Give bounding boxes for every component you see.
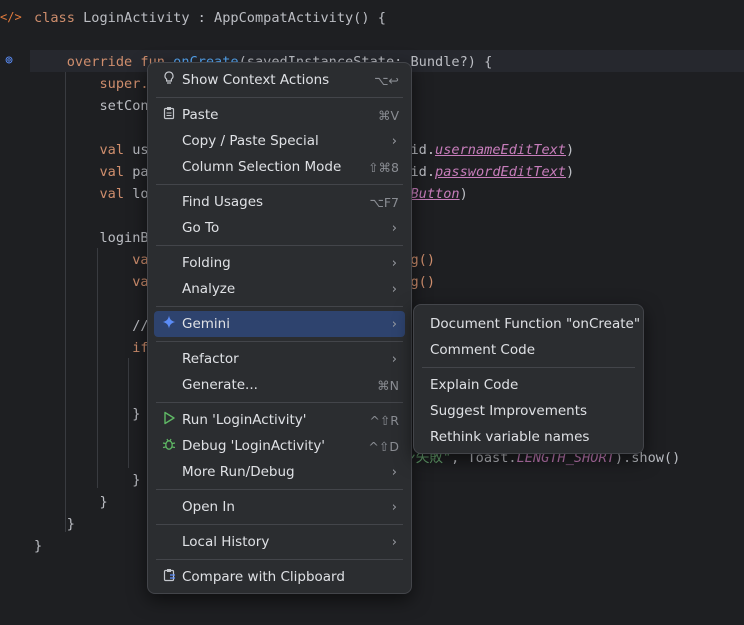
menu-item-run[interactable]: Run 'LoginActivity' ^⇧R: [154, 407, 405, 433]
menu-item-analyze[interactable]: Analyze ›: [154, 276, 405, 302]
code-token: val: [34, 142, 133, 158]
chevron-right-icon: ›: [391, 133, 397, 149]
menu-item-folding[interactable]: Folding ›: [154, 250, 405, 276]
code-token: ): [459, 186, 468, 202]
menu-item-open-in[interactable]: Open In ›: [154, 494, 405, 520]
code-token: if: [34, 340, 149, 356]
menu-item-compare-clipboard[interactable]: Compare with Clipboard: [154, 564, 405, 590]
menu-item-gemini[interactable]: Gemini ›: [154, 311, 405, 337]
menu-item-refactor[interactable]: Refactor ›: [154, 346, 405, 372]
menu-item-find-usages[interactable]: Find Usages ⌥F7: [154, 189, 405, 215]
menu-item-column-selection-mode[interactable]: Column Selection Mode ⇧⌘8: [154, 154, 405, 180]
submenu-item-suggest-improvements[interactable]: Suggest Improvements: [430, 398, 587, 424]
menu-item-more-run-debug[interactable]: More Run/Debug ›: [154, 459, 405, 485]
menu-separator: [156, 402, 403, 403]
lightbulb-icon: [160, 71, 178, 89]
code-token: }: [34, 472, 141, 488]
submenu-item-comment-code[interactable]: Comment Code: [430, 337, 535, 363]
chevron-right-icon: ›: [391, 351, 397, 367]
menu-separator: [156, 489, 403, 490]
chevron-right-icon: ›: [391, 316, 397, 332]
chevron-right-icon: ›: [391, 255, 397, 271]
chevron-right-icon: ›: [391, 281, 397, 297]
code-token: loginBu: [34, 230, 157, 246]
submenu-item-rethink-variable-names[interactable]: Rethink variable names: [430, 424, 589, 450]
menu-separator: [422, 367, 635, 368]
gemini-sparkle-icon: [160, 315, 178, 333]
chevron-right-icon: ›: [391, 499, 397, 515]
menu-item-paste[interactable]: Paste ⌘V: [154, 102, 405, 128]
menu-item-local-history[interactable]: Local History ›: [154, 529, 405, 555]
chevron-right-icon: ›: [391, 220, 397, 236]
submenu-item-document-function[interactable]: Document Function "onCreate": [430, 311, 640, 337]
menu-separator: [156, 341, 403, 342]
code-token: ): [566, 164, 575, 180]
menu-separator: [156, 306, 403, 307]
code-token: }: [34, 538, 43, 554]
code-token: val: [34, 186, 133, 202]
submenu-item-explain-code[interactable]: Explain Code: [430, 372, 518, 398]
code-token: //: [34, 318, 149, 334]
override-method-icon[interactable]: ⊚: [0, 53, 18, 69]
run-play-icon: [160, 411, 178, 429]
menu-separator: [156, 245, 403, 246]
code-line[interactable]: class LoginActivity : AppCompatActivity(…: [34, 7, 680, 29]
code-token: ): [566, 142, 575, 158]
menu-separator: [156, 559, 403, 560]
menu-item-generate[interactable]: Generate... ⌘N: [154, 372, 405, 398]
code-token: val: [34, 164, 133, 180]
code-token: setCont: [34, 98, 157, 114]
editor-context-menu: Show Context Actions ⌥↩ Paste ⌘V Copy / …: [147, 62, 412, 594]
debug-bug-icon: [160, 437, 178, 455]
code-token: LoginActivity : AppCompatActivity() {: [83, 10, 386, 26]
compare-clipboard-icon: [160, 568, 178, 586]
menu-item-show-context-actions[interactable]: Show Context Actions ⌥↩: [154, 67, 405, 93]
code-token: } e: [34, 406, 157, 422]
menu-separator: [156, 97, 403, 98]
code-token: passwordEditText: [435, 164, 566, 180]
gemini-submenu: Document Function "onCreate" Comment Cod…: [413, 304, 644, 454]
code-line[interactable]: [34, 29, 680, 51]
menu-item-go-to[interactable]: Go To ›: [154, 215, 405, 241]
chevron-right-icon: ›: [391, 534, 397, 550]
code-token: super.o: [34, 76, 157, 92]
editor-gutter: </> ⊚: [0, 0, 30, 625]
code-token: usernameEditText: [435, 142, 566, 158]
menu-item-debug[interactable]: Debug 'LoginActivity' ^⇧D: [154, 433, 405, 459]
menu-separator: [156, 184, 403, 185]
chevron-right-icon: ›: [391, 464, 397, 480]
clipboard-icon: [160, 106, 178, 124]
code-token: }: [34, 516, 75, 532]
code-token: }: [34, 494, 108, 510]
kotlin-class-icon: </>: [0, 10, 22, 24]
menu-item-copy-paste-special[interactable]: Copy / Paste Special ›: [154, 128, 405, 154]
menu-separator: [156, 524, 403, 525]
code-token: class: [34, 10, 84, 26]
